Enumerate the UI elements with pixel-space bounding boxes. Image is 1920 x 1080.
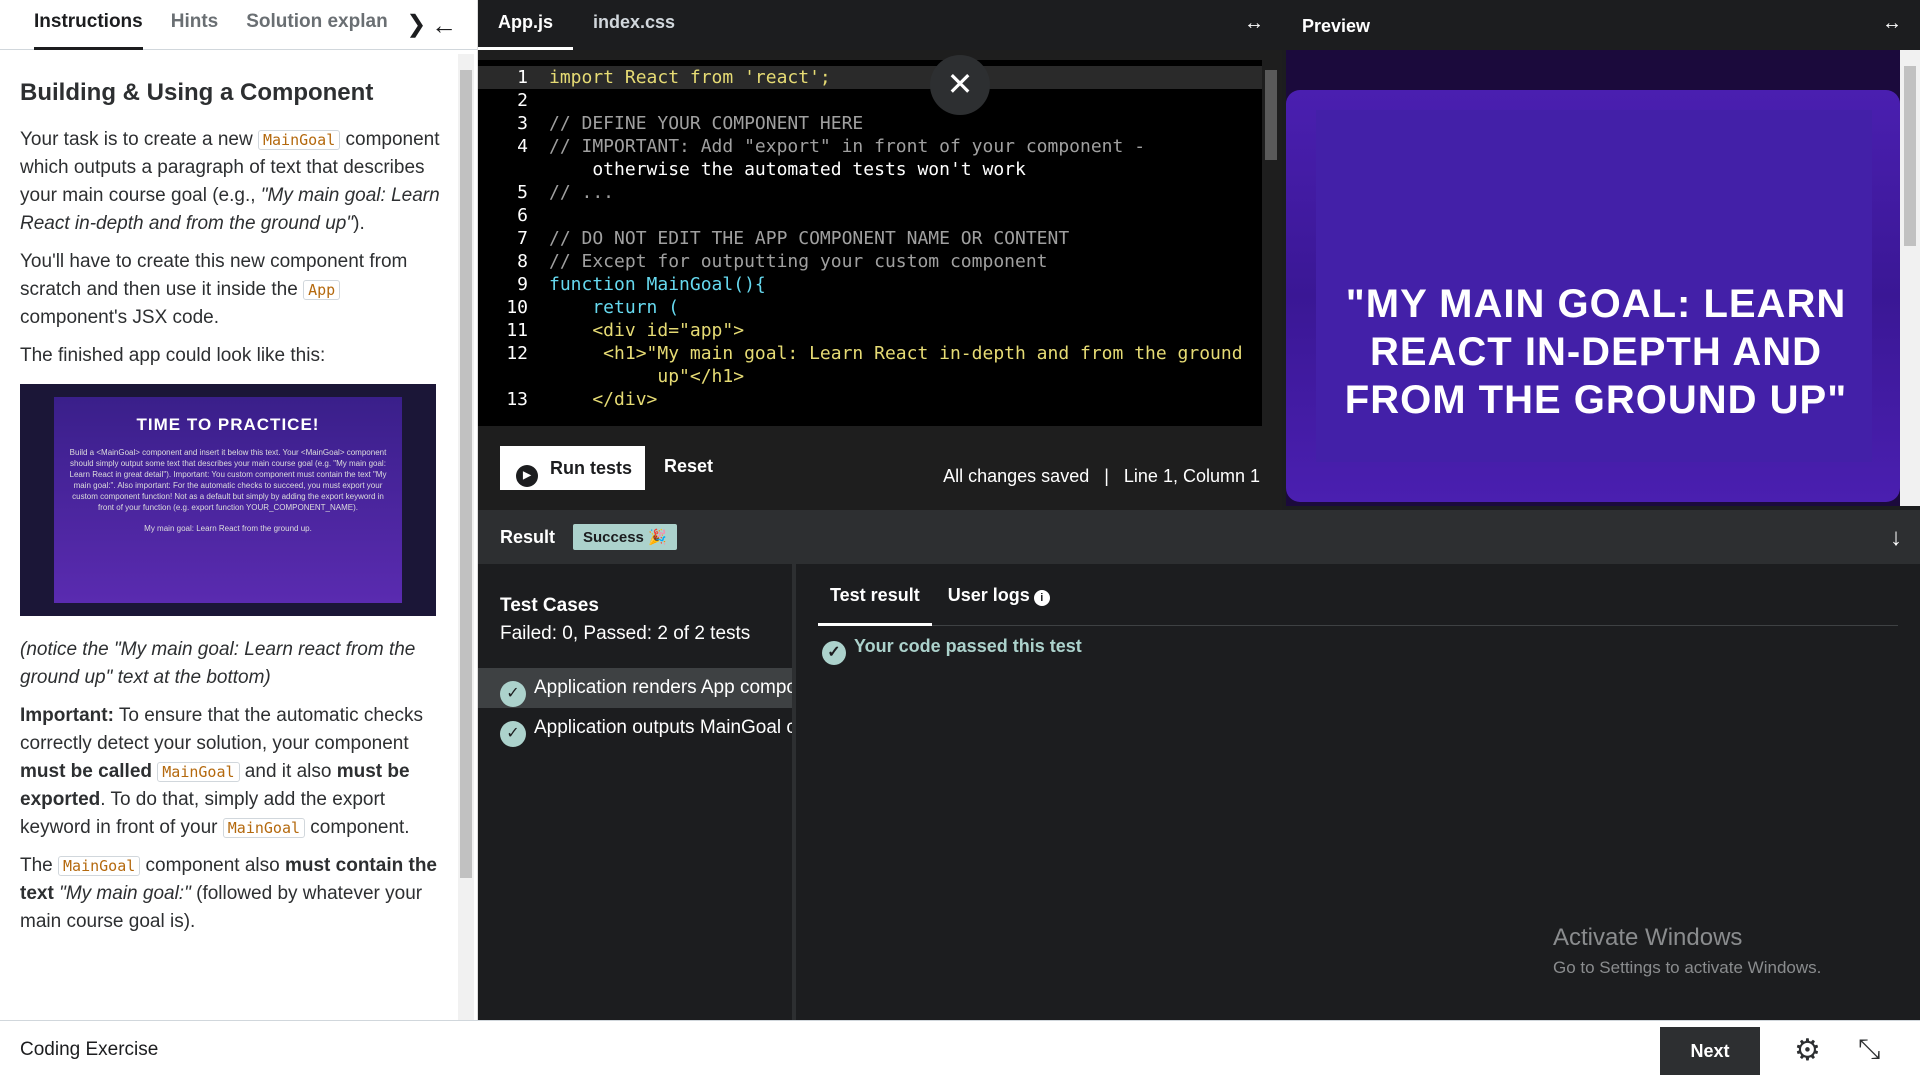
instr-last: The MainGoal component also must contain… (20, 855, 437, 932)
code-text: return ( (549, 297, 680, 318)
arrow-left-icon[interactable]: ← (431, 10, 457, 41)
footer-bar: Coding Exercise Next ⚙ ⤡ (0, 1020, 1920, 1080)
instr-important: Important: To ensure that the automatic … (20, 705, 424, 838)
close-icon[interactable]: ✕ (930, 55, 990, 115)
tab-index-css[interactable]: index.css (573, 0, 695, 50)
code-text: <h1>"My main goal: Learn React in-depth … (549, 343, 1243, 364)
instr-paragraph-2: You'll have to create this new component… (20, 251, 408, 328)
instr-paragraph-3: The finished app could look like this: (20, 345, 326, 366)
reset-button[interactable]: Reset (664, 456, 713, 477)
collapse-screen-icon[interactable]: ⤡ (1858, 1033, 1880, 1066)
code-text: // IMPORTANT: Add "export" in front of y… (549, 136, 1146, 157)
instructions-panel: Instructions Hints Solution explan ❯ ← B… (0, 0, 478, 1020)
collapse-icon[interactable]: ↓ (1890, 524, 1902, 552)
preview-goal-text: "MY MAIN GOAL: LEARN REACT IN-DEPTH AND … (1344, 282, 1848, 422)
tab-user-logs[interactable]: User logs i (936, 564, 1062, 626)
test-cases-list: Test Cases Failed: 0, Passed: 2 of 2 test… (478, 564, 796, 1020)
code-app: App (303, 280, 341, 300)
instr-note: (notice the "My main goal: Learn react f… (20, 639, 416, 688)
run-tests-button[interactable]: ▶ Run tests (500, 446, 645, 490)
line-number: 10 (506, 297, 528, 318)
code-text: import React from 'react'; (549, 67, 831, 88)
instructions-content: Building & Using a Component Your task i… (20, 78, 440, 946)
tab-solution-explanation[interactable]: Solution explan (246, 0, 388, 50)
line-number: 8 (517, 251, 528, 272)
code-text: </div> (549, 389, 658, 410)
next-button[interactable]: Next (1660, 1027, 1760, 1075)
chevron-right-icon[interactable]: ❯ (406, 10, 426, 39)
line-number: 3 (517, 113, 528, 134)
code-editor-panel: App.js index.css ↔ 1 import React from 'r… (478, 0, 1282, 510)
test-case-item[interactable]: ✓Application renders App component (478, 668, 792, 708)
line-number: 13 (506, 389, 528, 410)
line-number: 2 (517, 90, 528, 111)
play-icon: ▶ (516, 465, 538, 487)
code-text: // ... (549, 182, 615, 203)
test-case-item[interactable]: ✓Application outputs MainGoal component (478, 708, 792, 748)
status-badge: Success 🎉 (573, 524, 677, 550)
example-text: Build a <MainGoal> component and insert … (69, 448, 387, 512)
footer-label: Coding Exercise (20, 1039, 159, 1060)
result-label: Result (500, 526, 556, 547)
code-line[interactable]: 1 import React from 'react'; (478, 66, 1266, 89)
panel-tabs: Instructions Hints Solution explan ❯ ← (0, 0, 477, 50)
code-maingoal: MainGoal (257, 130, 341, 150)
tab-instructions[interactable]: Instructions (34, 0, 143, 50)
example-title: TIME TO PRACTICE! (136, 415, 320, 434)
line-number: 5 (517, 182, 528, 203)
gear-icon[interactable]: ⚙ (1794, 1033, 1821, 1068)
code-text: up"</h1> (549, 366, 745, 387)
windows-watermark-sub: Go to Settings to activate Windows. (1553, 958, 1822, 977)
code-area[interactable]: 1 import React from 'react'; 2 3 // DEFINE Y… (478, 60, 1268, 426)
editor-status: All changes saved | Line 1, Column 1 (943, 466, 1260, 486)
code-text: // Except for outputting your custom com… (549, 251, 1048, 272)
instructions-scrollbar[interactable] (458, 54, 474, 1020)
code-text: <div id="app"> (549, 320, 745, 341)
line-number: 11 (506, 320, 528, 341)
check-icon: ✓ (500, 721, 526, 747)
line-number: 9 (517, 274, 528, 295)
expand-preview-icon[interactable]: ↔ (1882, 12, 1902, 35)
tab-test-result[interactable]: Test result (818, 564, 932, 626)
code-text: // DO NOT EDIT THE APP COMPONENT NAME OR… (549, 228, 1070, 249)
windows-watermark: Activate Windows (1553, 924, 1743, 951)
code-text: // DEFINE YOUR COMPONENT HERE (549, 113, 864, 134)
preview-panel: Preview ↔ "MY MAIN GOAL: LEARN REACT IN-… (1282, 0, 1920, 510)
check-icon: ✓ (500, 681, 526, 707)
tab-hints[interactable]: Hints (171, 0, 219, 50)
test-cases-title: Test Cases (500, 595, 599, 616)
example-screenshot: TIME TO PRACTICE! Build a <MainGoal> com… (20, 384, 436, 616)
preview-scrollbar[interactable] (1900, 50, 1920, 506)
line-number: 1 (517, 67, 528, 88)
tab-app-js[interactable]: App.js (478, 0, 574, 50)
line-number: 7 (517, 228, 528, 249)
line-number: 12 (506, 343, 528, 364)
code-text: function MainGoal(){ (549, 274, 766, 295)
code-scrollbar[interactable] (1262, 54, 1280, 426)
check-icon: ✓ (822, 641, 846, 665)
preview-title: Preview (1302, 16, 1371, 36)
info-icon: i (1033, 590, 1050, 606)
example-goal: My main goal: Learn React from the groun… (144, 524, 312, 533)
test-passed-message: ✓ Your code passed this test (822, 636, 1082, 665)
line-number: 6 (517, 205, 528, 226)
instr-paragraph-1: Your task is to create a new MainGoal co… (20, 129, 440, 234)
line-number: 4 (517, 136, 528, 157)
instructions-title: Building & Using a Component (20, 79, 374, 106)
expand-icon[interactable]: ↔ (1244, 12, 1264, 35)
test-summary: Failed: 0, Passed: 2 of 2 tests (500, 623, 751, 644)
code-text: otherwise the automated tests won't work (549, 159, 1026, 180)
preview-frame: "MY MAIN GOAL: LEARN REACT IN-DEPTH AND … (1286, 50, 1900, 506)
